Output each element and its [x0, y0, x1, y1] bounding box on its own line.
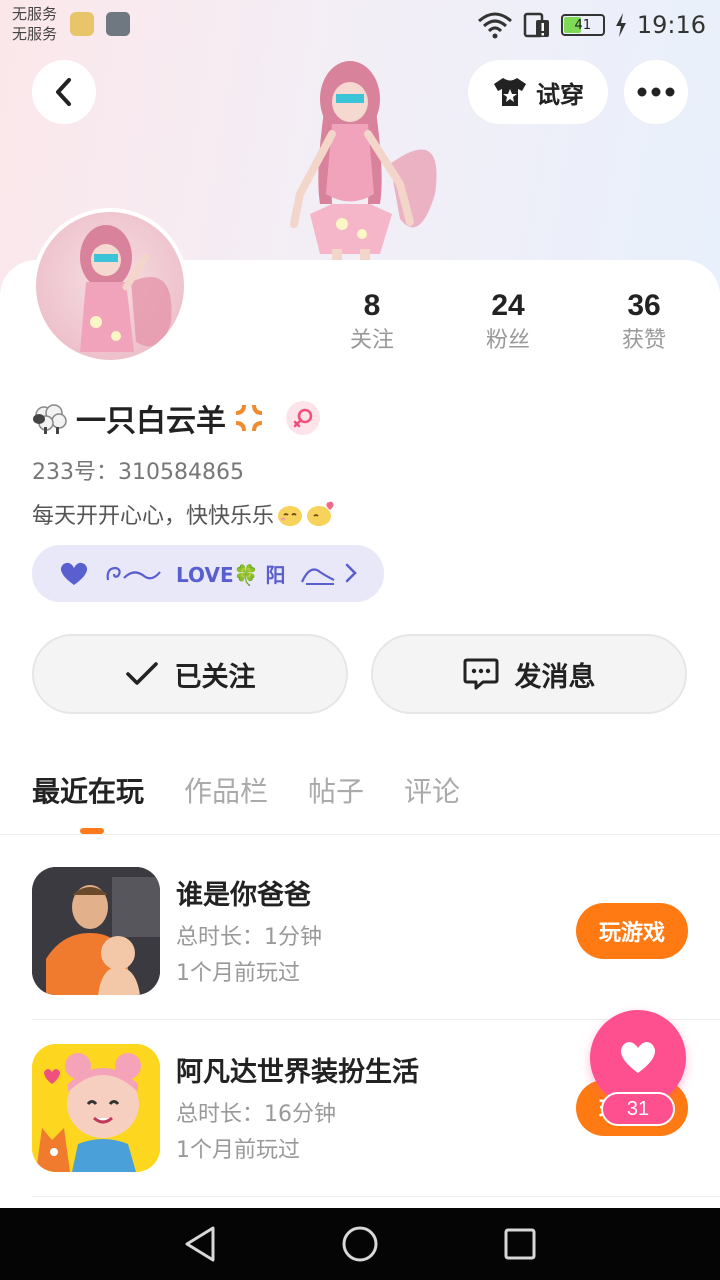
profile-stats: 8 关注 24 粉丝 36 获赞: [304, 286, 712, 366]
user-id: 233号：310584865: [32, 460, 244, 485]
send-message-button[interactable]: 发消息: [371, 634, 687, 714]
chat-bubble-icon: [463, 658, 498, 690]
stat-likes[interactable]: 36 获赞: [576, 286, 712, 366]
more-options-button[interactable]: [624, 60, 688, 124]
tab-divider: [0, 834, 720, 835]
play-game-button[interactable]: 玩游戏: [576, 903, 688, 959]
chick-heart-emoji-icon: [307, 501, 334, 526]
game-last-played: 1个月前玩过: [176, 961, 300, 986]
tab-comments[interactable]: 评论: [404, 764, 460, 820]
game-title: 谁是你爸爸: [176, 880, 311, 911]
try-on-button[interactable]: 试穿: [468, 60, 608, 124]
battery-level: 41: [574, 17, 592, 33]
likes-label: 获赞: [621, 328, 666, 353]
game-icon: [32, 1044, 160, 1172]
back-button[interactable]: [32, 60, 96, 124]
profile-tabs: 最近在玩 作品栏 帖子 评论: [32, 764, 460, 820]
clock: 19:16: [636, 11, 706, 39]
avatar-character-image: [80, 225, 172, 352]
followers-count: 24: [491, 289, 525, 322]
game-thumbnail-image: [32, 867, 160, 995]
chevron-right-icon: [345, 563, 357, 583]
sim-alert-icon: [523, 12, 549, 38]
game-title: 阿凡达世界装扮生活: [176, 1057, 419, 1088]
battery-icon: 41: [560, 14, 605, 36]
wifi-icon: [477, 12, 512, 39]
carrier-line-1: 无服务: [12, 5, 58, 23]
following-label: 关注: [349, 328, 394, 353]
wave-decoration-icon: [300, 568, 335, 585]
carrier-text: 无服务 无服务: [12, 4, 57, 44]
game-total-duration: 总时长：16分钟: [176, 1102, 336, 1127]
following-count: 8: [363, 289, 381, 322]
game-total-duration: 总时长：1分钟: [176, 925, 322, 950]
tab-works[interactable]: 作品栏: [184, 764, 268, 820]
send-message-label: 发消息: [514, 661, 596, 693]
gender-badge: [286, 401, 320, 435]
username: 一只白云羊: [76, 404, 226, 439]
nav-recents-button[interactable]: [500, 1224, 540, 1264]
chevron-left-icon: [56, 78, 71, 106]
sheep-emoji-icon: [33, 404, 67, 434]
avatar-character-figure: [290, 61, 437, 264]
checkmark-icon: [125, 662, 158, 685]
circle-home-icon: [342, 1226, 378, 1262]
like-count-badge: 31: [601, 1092, 675, 1126]
carrier-line-2: 无服务: [12, 25, 58, 43]
nav-home-button[interactable]: [340, 1224, 380, 1264]
nav-back-button[interactable]: [180, 1224, 220, 1264]
heart-icon: [60, 562, 88, 585]
relationship-tag[interactable]: LOVE🍀 阳: [32, 545, 384, 602]
list-divider: [32, 1196, 720, 1197]
likes-count: 36: [627, 289, 661, 322]
female-icon: [293, 408, 313, 428]
triangle-back-icon: [185, 1226, 215, 1262]
relationship-tag-text: LOVE🍀 阳: [176, 563, 286, 587]
gallery-notification-icon: [106, 12, 130, 36]
tab-posts[interactable]: 帖子: [308, 764, 364, 820]
swirl-decoration-icon: [106, 566, 161, 580]
stat-followers[interactable]: 24 粉丝: [440, 286, 576, 366]
notification-app-icon: [70, 12, 94, 36]
chick-emoji-icon: [278, 506, 303, 526]
followers-label: 粉丝: [485, 328, 530, 353]
stat-following[interactable]: 8 关注: [304, 286, 440, 366]
heart-icon: [620, 1042, 656, 1073]
square-recents-icon: [504, 1228, 536, 1260]
tshirt-icon: [494, 78, 526, 106]
status-bar: 无服务 无服务 41 19:16: [0, 0, 720, 50]
bio: 每天开开心心，快快乐乐: [32, 498, 336, 530]
charging-icon: [615, 13, 626, 37]
username-row: 一只白云羊: [32, 396, 320, 440]
avatar[interactable]: [32, 208, 188, 364]
system-navigation-bar: [0, 1208, 720, 1280]
game-thumbnail-image: [32, 1044, 160, 1172]
more-dots-icon: [637, 87, 675, 97]
anger-emoji-icon: [235, 404, 263, 432]
bio-text: 每天开开心心，快快乐乐: [32, 504, 275, 529]
follow-button-label: 已关注: [174, 661, 256, 693]
follow-button[interactable]: 已关注: [32, 634, 348, 714]
game-last-played: 1个月前玩过: [176, 1138, 300, 1163]
game-icon: [32, 867, 160, 995]
try-on-label: 试穿: [536, 80, 584, 109]
tab-recently-played[interactable]: 最近在玩: [32, 764, 144, 820]
